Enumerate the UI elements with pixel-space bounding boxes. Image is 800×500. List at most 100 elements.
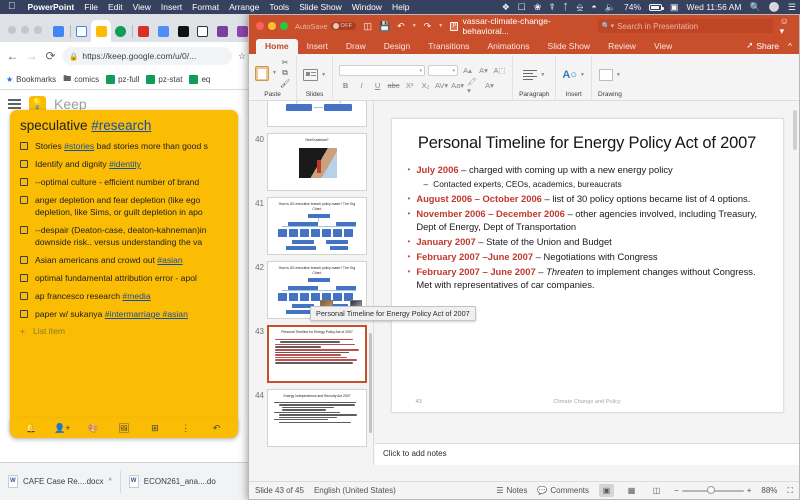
note-item-tag[interactable]: #intermarriage	[105, 309, 160, 319]
tab-slide-show[interactable]: Slide Show	[539, 39, 600, 54]
comments-button[interactable]: 💬 Comments	[537, 486, 589, 495]
current-slide[interactable]: Personal Timeline for Energy Policy Act …	[390, 118, 784, 413]
chrome-tab-slides[interactable]	[153, 20, 173, 42]
note-item-tag2[interactable]: #asian	[160, 309, 188, 319]
slide-sorter-icon[interactable]: ▦	[624, 484, 639, 497]
save-icon[interactable]: 💾	[379, 21, 390, 32]
download-item[interactable]: CAFE Case Re....docx ^	[0, 475, 120, 488]
note-list-item[interactable]: ap francesco research #media	[20, 290, 228, 302]
tab-draw[interactable]: Draw	[337, 39, 375, 54]
customize-icon[interactable]: ▼	[438, 23, 443, 29]
note-list-item[interactable]: Stories #stories bad stories more than g…	[20, 140, 228, 152]
note-list-item[interactable]: optimal fundamental attribution error - …	[20, 272, 228, 284]
format-painter-icon[interactable]: 🖌	[280, 79, 290, 88]
more-vert-icon[interactable]: ⋮	[170, 423, 201, 434]
keep-note-card[interactable]: speculative #research Stories #stories b…	[10, 110, 238, 435]
insert-shape-icon[interactable]: A○	[562, 69, 577, 81]
palette-icon[interactable]: 🎨	[78, 423, 109, 434]
archive-icon[interactable]: ⊞	[139, 423, 170, 434]
chrome-tab-analytics[interactable]	[134, 20, 154, 42]
chrome-tab-photos[interactable]	[193, 20, 213, 42]
address-bar[interactable]: 🔒 https://keep.google.com/u/0/...	[63, 47, 232, 65]
notes-pane[interactable]: Click to add notes	[375, 443, 799, 465]
underline-icon[interactable]: U	[371, 80, 384, 92]
slide-thumbnail-pane[interactable]: ... 40 Neel Kashkari? ... 41 How is US e…	[249, 101, 374, 465]
paste-dropdown-icon[interactable]: ▼	[272, 70, 277, 76]
tab-design[interactable]: Design	[375, 39, 419, 54]
notes-button[interactable]: ☰ Notes	[496, 486, 527, 495]
slide-thumbnail[interactable]: How is US executive branch policy made? …	[267, 197, 367, 255]
slide-bullet[interactable]: • January 2007 – State of the Union and …	[408, 236, 767, 249]
tab-insert[interactable]: Insert	[298, 39, 337, 54]
checkbox-icon[interactable]	[20, 274, 28, 282]
font-name-input[interactable]: ▾	[339, 65, 426, 76]
reload-icon[interactable]: ⟳	[44, 49, 57, 63]
tab-animations[interactable]: Animations	[478, 39, 538, 54]
slide-bullet[interactable]: • November 2006 – December 2006 – other …	[408, 208, 767, 233]
superscript-icon[interactable]: X²	[403, 80, 416, 92]
paragraph-dropdown-icon[interactable]: ▼	[540, 72, 545, 78]
menu-arrange[interactable]: Arrange	[224, 2, 264, 12]
chrome-tab-drive[interactable]	[111, 20, 131, 42]
bookmark-eq[interactable]: eq	[189, 75, 210, 84]
image-icon[interactable]: 🖼	[109, 423, 140, 434]
note-list-item[interactable]: --despair (Deaton-case, deaton-kahneman)…	[20, 224, 228, 248]
hamburger-icon[interactable]	[8, 99, 21, 109]
undo-icon[interactable]: ↶	[201, 423, 232, 434]
thumbnail-row-selected[interactable]: 43 Personal Timeline for Energy Policy A…	[251, 325, 373, 383]
note-title[interactable]: speculative #research	[20, 118, 228, 133]
checkbox-icon[interactable]	[20, 226, 28, 234]
undo-icon[interactable]: ↶	[397, 21, 405, 32]
slide-thumbnail[interactable]: Neel Kashkari? ...	[267, 133, 367, 191]
document-name[interactable]: P vassar-climate-change-behavioral...	[450, 16, 584, 36]
note-list-item[interactable]: Identify and dignity #identity	[20, 158, 228, 170]
window-traffic-lights[interactable]	[256, 22, 288, 30]
slide-title[interactable]: Personal Timeline for Energy Policy Act …	[408, 133, 767, 153]
checkbox-icon[interactable]	[20, 256, 28, 264]
new-slide-icon[interactable]	[303, 68, 319, 81]
flower-icon[interactable]: ❀	[530, 2, 546, 12]
search-icon[interactable]: 🔍	[745, 2, 764, 12]
thumbnail-row[interactable]: ...	[251, 101, 373, 127]
back-arrow-icon[interactable]: ←	[6, 49, 19, 63]
note-item-tag[interactable]: #asian	[157, 255, 182, 265]
strikethrough-icon[interactable]: abc	[387, 80, 400, 92]
paste-button[interactable]	[255, 65, 269, 81]
shrink-font-icon[interactable]: A▾	[477, 65, 490, 77]
copy-icon[interactable]: ⧉	[282, 68, 288, 78]
chrome-tab-gmail[interactable]	[49, 20, 69, 42]
subscript-icon[interactable]: X₂	[419, 80, 432, 92]
note-item-tag[interactable]: #stories	[64, 141, 94, 151]
dropbox-icon[interactable]: ❖	[498, 2, 514, 12]
highlight-icon[interactable]: 🖍▾	[467, 77, 480, 95]
checkbox-icon[interactable]	[20, 310, 28, 318]
bluetooth-icon[interactable]: ᛏ	[559, 2, 572, 12]
menubar-clock[interactable]: Wed 11:56 AM	[683, 2, 746, 12]
apple-menu-icon[interactable]: 	[0, 2, 23, 12]
menu-view[interactable]: View	[128, 2, 156, 12]
keyboard-icon[interactable]: ⎒	[572, 2, 587, 12]
chrome-traffic-lights[interactable]	[4, 26, 49, 42]
checkbox-icon[interactable]	[20, 142, 28, 150]
bookmark-pz-stat[interactable]: pz-stat	[146, 75, 182, 84]
slide-bullet[interactable]: • July 2006 – charged with coming up wit…	[408, 164, 767, 177]
chevron-up-icon[interactable]: ^	[108, 478, 111, 485]
minus-icon[interactable]: −	[674, 486, 679, 495]
search-input[interactable]: 🔍▾ Search in Presentation	[597, 19, 773, 33]
slide-bullet[interactable]: • February 2007 – June 2007 – Threaten t…	[408, 266, 767, 291]
note-list-item[interactable]: paper w/ sukanya #intermarriage #asian	[20, 308, 228, 320]
siri-icon[interactable]: ⚪	[765, 2, 784, 12]
menu-format[interactable]: Format	[187, 2, 224, 12]
normal-view-icon[interactable]: ▣	[599, 484, 615, 497]
menu-file[interactable]: File	[79, 2, 103, 12]
language-label[interactable]: English (United States)	[314, 486, 396, 495]
chrome-tab-calendar[interactable]	[72, 20, 92, 42]
menu-help[interactable]: Help	[387, 2, 414, 12]
menu-window[interactable]: Window	[347, 2, 387, 12]
stage-scrollbar[interactable]	[793, 110, 797, 150]
note-list-item[interactable]: Asian americans and crowd out #asian	[20, 254, 228, 266]
tab-view[interactable]: View	[645, 39, 681, 54]
change-case-icon[interactable]: Aa▾	[451, 80, 464, 92]
cut-scissors-icon[interactable]: ✂	[282, 58, 289, 67]
menu-tools[interactable]: Tools	[264, 2, 294, 12]
